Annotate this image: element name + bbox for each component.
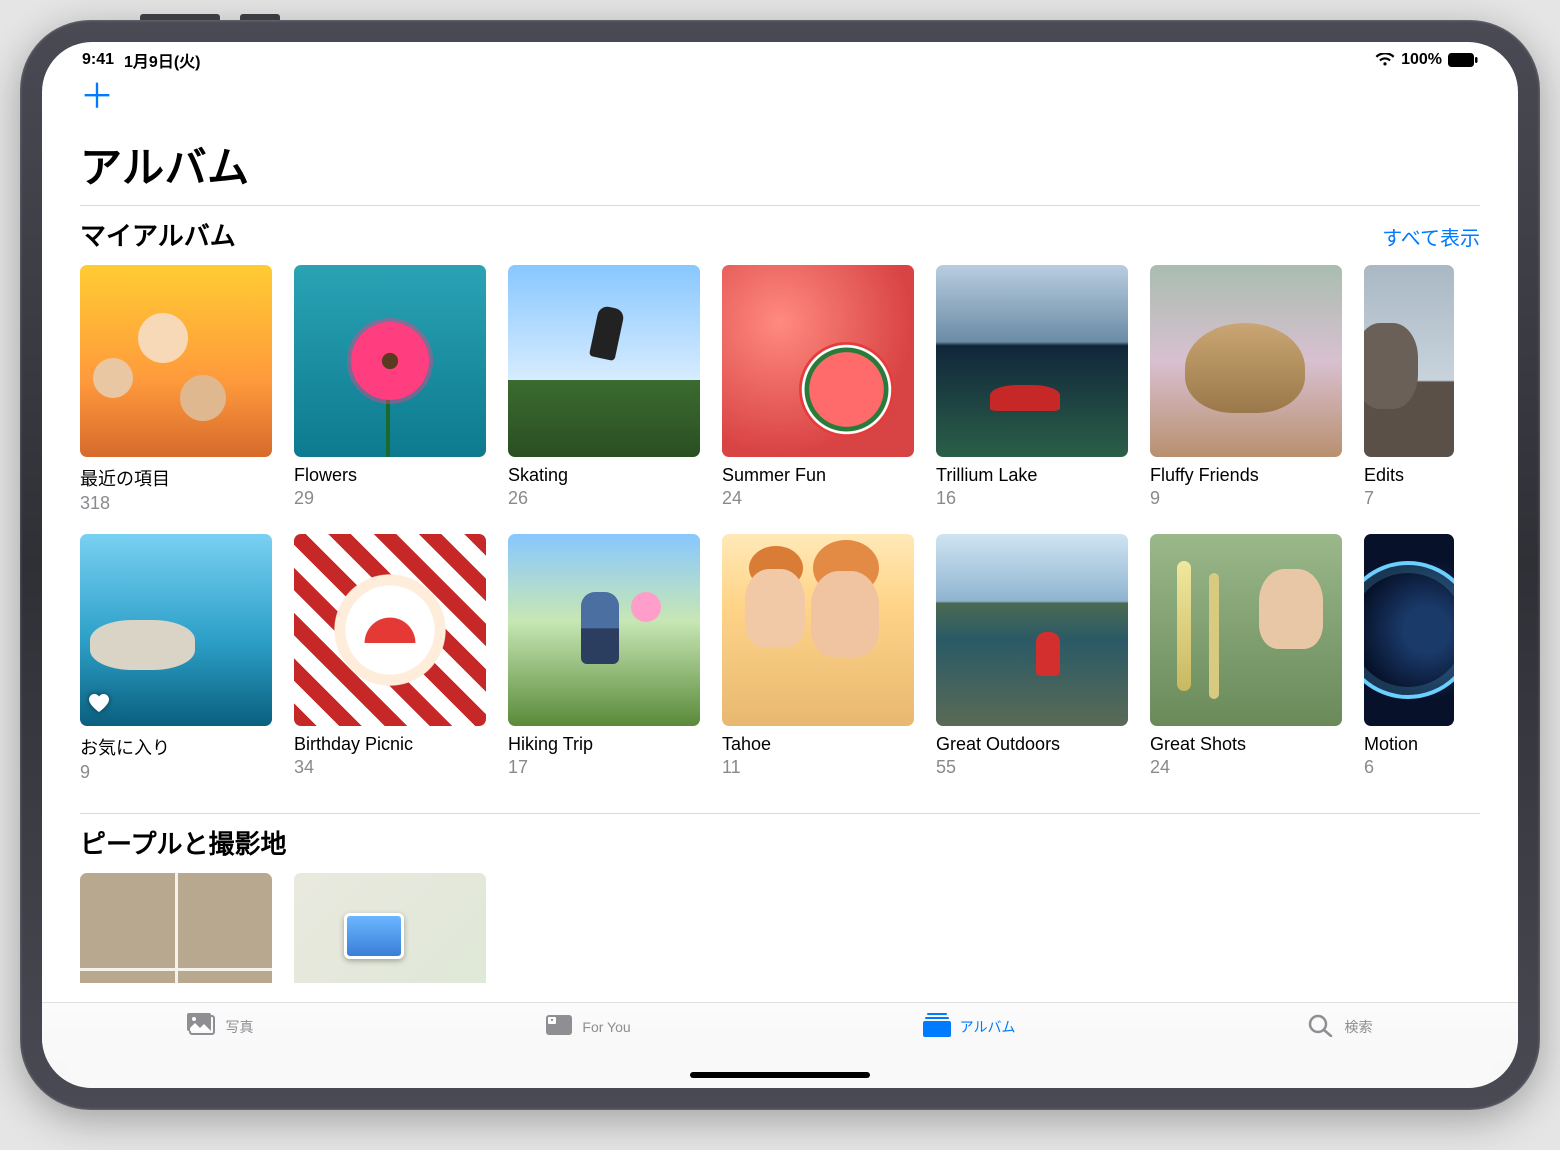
section-header-my-albums: マイアルバム すべて表示 — [80, 206, 1518, 253]
album-thumbnail — [1150, 265, 1342, 457]
album-item[interactable]: Tahoe11 — [722, 534, 914, 783]
content-area: マイアルバム すべて表示 最近の項目318Flowers29Skating26S… — [42, 195, 1518, 1002]
album-count: 17 — [508, 757, 700, 778]
status-bar: 9:41 1月9日(火) 100% — [42, 42, 1518, 72]
battery-percent: 100% — [1401, 51, 1442, 69]
tab-albums-label: アルバム — [960, 1017, 1016, 1037]
album-name: Great Outdoors — [936, 734, 1128, 755]
album-name: Tahoe — [722, 734, 914, 755]
album-count: 7 — [1364, 488, 1454, 509]
album-count: 55 — [936, 757, 1128, 778]
album-thumbnail — [1364, 265, 1454, 457]
wifi-icon — [1375, 53, 1395, 67]
section-header-people-places: ピープルと撮影地 — [80, 814, 1518, 861]
album-name: Edits — [1364, 465, 1454, 486]
my-albums-scroller[interactable]: 最近の項目318Flowers29Skating26Summer Fun24Tr… — [80, 265, 1518, 803]
album-item[interactable]: Edits7 — [1364, 265, 1454, 514]
album-item[interactable]: Great Shots24 — [1150, 534, 1342, 783]
search-icon — [1306, 1013, 1336, 1040]
people-tile[interactable] — [80, 873, 272, 983]
album-item[interactable]: Flowers29 — [294, 265, 486, 514]
album-name: Flowers — [294, 465, 486, 486]
album-item[interactable]: Skating26 — [508, 265, 700, 514]
screen: 9:41 1月9日(火) 100% ＋ アルバム マイアルバム — [42, 42, 1518, 1088]
album-item[interactable]: Summer Fun24 — [722, 265, 914, 514]
album-count: 26 — [508, 488, 700, 509]
album-thumbnail — [80, 265, 272, 457]
album-thumbnail — [80, 534, 272, 726]
album-count: 16 — [936, 488, 1128, 509]
album-name: Summer Fun — [722, 465, 914, 486]
album-item[interactable]: Motion6 — [1364, 534, 1454, 783]
album-count: 11 — [722, 757, 914, 778]
album-item[interactable]: 最近の項目318 — [80, 265, 272, 514]
album-thumbnail — [722, 534, 914, 726]
albums-icon — [922, 1013, 952, 1040]
album-item[interactable]: Fluffy Friends9 — [1150, 265, 1342, 514]
album-name: Skating — [508, 465, 700, 486]
album-count: 24 — [722, 488, 914, 509]
album-count: 318 — [80, 493, 272, 514]
album-count: 6 — [1364, 757, 1454, 778]
tab-search-label: 検索 — [1344, 1017, 1372, 1037]
album-name: Great Shots — [1150, 734, 1342, 755]
album-item[interactable]: Birthday Picnic34 — [294, 534, 486, 783]
album-thumbnail — [508, 265, 700, 457]
tab-bar: 写真 For You アルバム 検索 — [42, 1002, 1518, 1088]
for-you-icon — [544, 1013, 574, 1040]
home-indicator[interactable] — [690, 1072, 870, 1078]
album-thumbnail — [294, 534, 486, 726]
album-count: 9 — [1150, 488, 1342, 509]
album-name: Fluffy Friends — [1150, 465, 1342, 486]
album-item[interactable]: Great Outdoors55 — [936, 534, 1128, 783]
section-title-my-albums: マイアルバム — [80, 216, 236, 253]
album-item[interactable]: Trillium Lake16 — [936, 265, 1128, 514]
nav-bar: ＋ アルバム — [42, 72, 1518, 195]
album-row-2: お気に入り9Birthday Picnic34Hiking Trip17Taho… — [80, 534, 1518, 783]
album-thumbnail — [1150, 534, 1342, 726]
tab-for-you[interactable]: For You — [544, 1013, 630, 1040]
places-tile[interactable] — [294, 873, 486, 983]
status-date: 1月9日(火) — [124, 48, 200, 72]
status-time: 9:41 — [82, 51, 114, 69]
heart-icon — [88, 693, 110, 718]
see-all-my-albums[interactable]: すべて表示 — [1382, 222, 1480, 251]
page-title: アルバム — [80, 134, 1480, 195]
people-places-row — [80, 873, 1518, 983]
album-name: 最近の項目 — [80, 465, 272, 491]
album-name: Trillium Lake — [936, 465, 1128, 486]
section-title-people-places: ピープルと撮影地 — [80, 824, 286, 861]
album-count: 9 — [80, 762, 272, 783]
album-thumbnail — [1364, 534, 1454, 726]
album-name: お気に入り — [80, 734, 272, 760]
ipad-frame: 9:41 1月9日(火) 100% ＋ アルバム マイアルバム — [20, 20, 1540, 1110]
add-album-button[interactable]: ＋ — [80, 80, 114, 114]
album-thumbnail — [936, 265, 1128, 457]
battery-icon — [1448, 53, 1478, 67]
tab-photos[interactable]: 写真 — [187, 1013, 253, 1040]
tab-for-you-label: For You — [582, 1019, 630, 1035]
album-name: Birthday Picnic — [294, 734, 486, 755]
album-item[interactable]: お気に入り9 — [80, 534, 272, 783]
album-row-1: 最近の項目318Flowers29Skating26Summer Fun24Tr… — [80, 265, 1518, 514]
album-count: 34 — [294, 757, 486, 778]
album-thumbnail — [508, 534, 700, 726]
album-name: Motion — [1364, 734, 1454, 755]
photos-icon — [187, 1013, 217, 1040]
album-count: 29 — [294, 488, 486, 509]
tab-search[interactable]: 検索 — [1306, 1013, 1372, 1040]
album-thumbnail — [936, 534, 1128, 726]
album-count: 24 — [1150, 757, 1342, 778]
album-thumbnail — [722, 265, 914, 457]
album-thumbnail — [294, 265, 486, 457]
tab-photos-label: 写真 — [225, 1017, 253, 1037]
album-name: Hiking Trip — [508, 734, 700, 755]
tab-albums[interactable]: アルバム — [922, 1013, 1016, 1040]
album-item[interactable]: Hiking Trip17 — [508, 534, 700, 783]
